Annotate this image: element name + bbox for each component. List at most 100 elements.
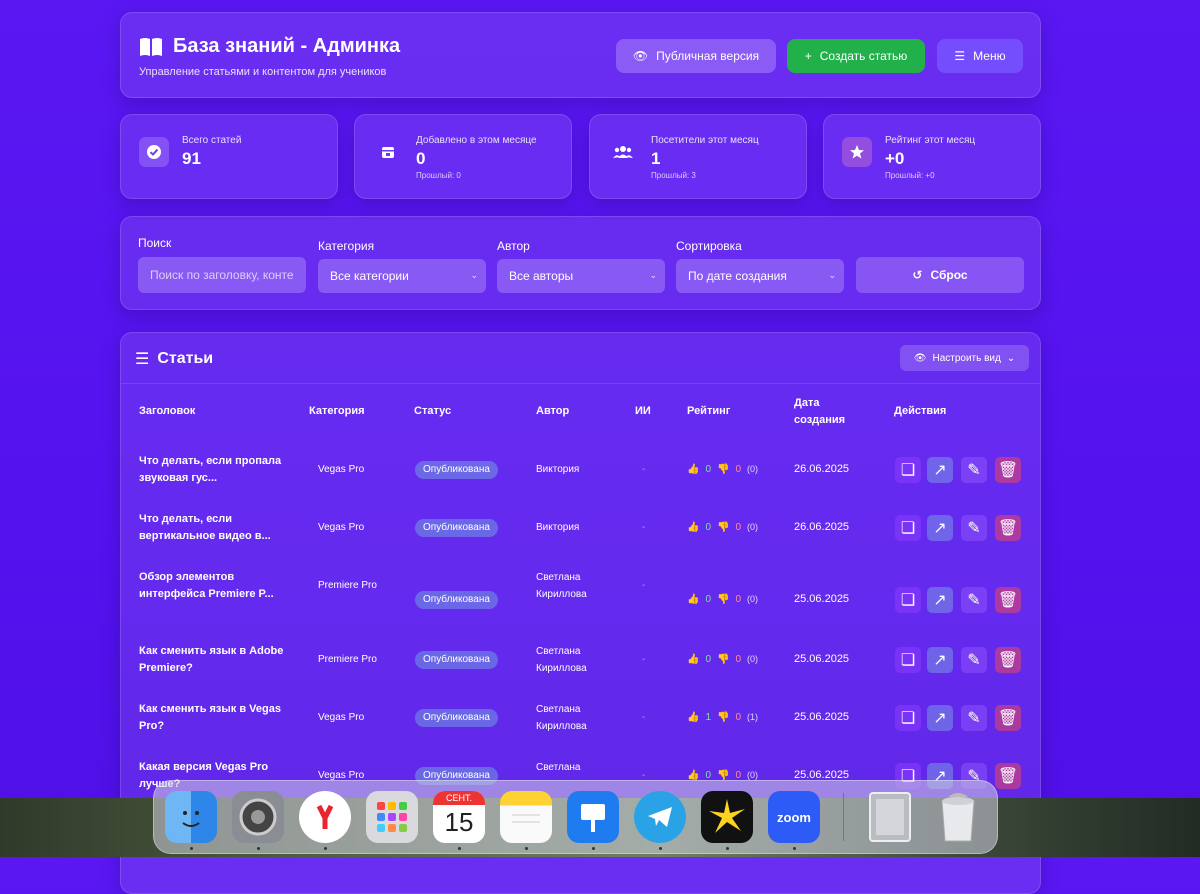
table-row[interactable]: Что делать, если пропала звуковая гус...… [121,451,1040,507]
stat-card-rating: Рейтинг этот месяц +0 Прошлый: +0 [823,114,1041,199]
category-select-value: Все категории [330,269,409,283]
column-header-author[interactable]: Автор [536,403,569,420]
column-header-date[interactable]: Дата создания [794,395,845,429]
copy-button[interactable]: ❏ [895,647,921,673]
sort-select[interactable]: По дате создания ⌄ [676,259,844,293]
status-badge: Опубликована [415,709,498,727]
open-external-button[interactable]: ↗ [927,647,953,673]
column-header-category[interactable]: Категория [309,403,365,420]
article-title[interactable]: Что делать, если пропала звуковая гус... [139,453,289,487]
copy-icon: ❏ [900,520,916,537]
public-version-button[interactable]: 👁 Публичная версия [616,39,776,73]
edit-icon: ✎ [967,520,981,537]
yandex-browser-icon[interactable] [299,791,351,843]
calendar-day: 15 [444,807,474,837]
open-external-button[interactable]: ↗ [927,705,953,731]
column-header-title[interactable]: Заголовок [139,403,195,420]
edit-button[interactable]: ✎ [961,647,987,673]
reset-button[interactable]: ↺ Сброс [856,257,1024,293]
article-title[interactable]: Как сменить язык в Vegas Pro? [139,701,289,735]
delete-button[interactable]: 🗑 [995,763,1021,789]
table-row[interactable]: Что делать, если вертикальное видео в...… [121,509,1040,565]
rating: 👍 0 👎 0 (0) [687,591,758,608]
thumbs-up-icon: 👍 [687,464,700,475]
open-external-button[interactable]: ↗ [927,587,953,613]
column-header-ai[interactable]: ИИ [635,403,651,420]
trash-icon: 🗑 [997,592,1019,609]
delete-button[interactable]: 🗑 [995,647,1021,673]
create-article-label: Создать статью [819,49,908,63]
stat-label: Рейтинг этот месяц [885,135,976,146]
article-title[interactable]: Как сменить язык в Adobe Premiere? [139,643,289,677]
stat-label: Посетители этот месяц [651,135,759,146]
delete-button[interactable]: 🗑 [995,705,1021,731]
article-category: Vegas Pro [318,522,365,533]
created-date: 26.06.2025 [794,521,850,533]
copy-button[interactable]: ❏ [895,515,921,541]
notes-icon[interactable] [500,791,552,843]
telegram-icon[interactable] [634,791,686,843]
delete-button[interactable]: 🗑 [995,587,1021,613]
article-author: Светлана Кириллова [536,704,587,732]
keynote-icon[interactable] [567,791,619,843]
create-article-button[interactable]: + Создать статью [787,39,925,73]
stat-value: 1 [651,149,661,168]
dock: СЕНТ. 15 zoom [153,780,998,854]
open-external-button[interactable]: ↗ [927,457,953,483]
copy-icon: ❏ [900,592,916,609]
search-input[interactable]: Поиск по заголовку, конте [138,257,306,293]
dislikes-count: 0 [735,654,742,665]
trash-icon[interactable] [932,791,984,843]
launchpad-icon[interactable] [366,791,418,843]
customize-view-button[interactable]: 👁 Настроить вид ⌄ [900,345,1029,371]
sort-select-value: По дате создания [688,269,787,283]
category-select[interactable]: Все категории ⌄ [318,259,486,293]
table-row[interactable]: Обзор элементов интерфейса Premiere P...… [121,567,1040,623]
delete-button[interactable]: 🗑 [995,457,1021,483]
folder-stack-icon[interactable] [864,791,916,843]
page-title-text: База знаний - Админка [173,35,401,57]
finder-icon[interactable] [165,791,217,843]
article-title[interactable]: Обзор элементов интерфейса Premiere P... [139,569,289,603]
likes-count: 0 [705,464,712,475]
running-indicator [659,847,662,850]
author-label: Автор [497,239,530,253]
calendar-icon [373,137,403,167]
table-row[interactable]: Как сменить язык в Vegas Pro? Vegas Pro … [121,699,1040,755]
header-card: База знаний - Админка Управление статьям… [120,12,1041,98]
thumbs-down-icon: 👎 [717,522,730,533]
menu-button[interactable]: ☰ Меню [937,39,1023,73]
edit-button[interactable]: ✎ [961,587,987,613]
article-category: Premiere Pro [318,654,377,665]
column-header-rating[interactable]: Рейтинг [687,403,730,420]
trash-icon: 🗑 [997,462,1019,479]
calendar-icon[interactable]: СЕНТ. 15 [433,791,485,843]
sunburst-app-icon[interactable] [701,791,753,843]
article-title[interactable]: Что делать, если вертикальное видео в... [139,511,289,545]
eye-icon: 👁 [632,49,649,63]
public-version-label: Публичная версия [656,49,760,63]
system-settings-icon[interactable] [232,791,284,843]
column-header-status[interactable]: Статус [414,403,451,420]
rating: 👍 0 👎 0 (0) [687,461,758,478]
copy-icon: ❏ [900,462,916,479]
author-select[interactable]: Все авторы ⌄ [497,259,665,293]
table-card-header: ☰ Статьи 👁 Настроить вид ⌄ [121,333,1040,384]
delete-button[interactable]: 🗑 [995,515,1021,541]
copy-button[interactable]: ❏ [895,587,921,613]
edit-button[interactable]: ✎ [961,705,987,731]
article-author: Светлана Кириллова [536,646,587,674]
copy-button[interactable]: ❏ [895,705,921,731]
edit-button[interactable]: ✎ [961,515,987,541]
menu-label: Меню [973,49,1006,63]
created-date: 25.06.2025 [794,711,850,723]
copy-button[interactable]: ❏ [895,457,921,483]
table-row[interactable]: Как сменить язык в Adobe Premiere? Premi… [121,641,1040,697]
external-link-icon: ↗ [933,592,947,609]
zoom-icon[interactable]: zoom [768,791,820,843]
open-external-button[interactable]: ↗ [927,515,953,541]
column-header-actions: Действия [894,405,947,417]
dock-divider [843,793,844,841]
edit-icon: ✎ [967,652,981,669]
edit-button[interactable]: ✎ [961,457,987,483]
